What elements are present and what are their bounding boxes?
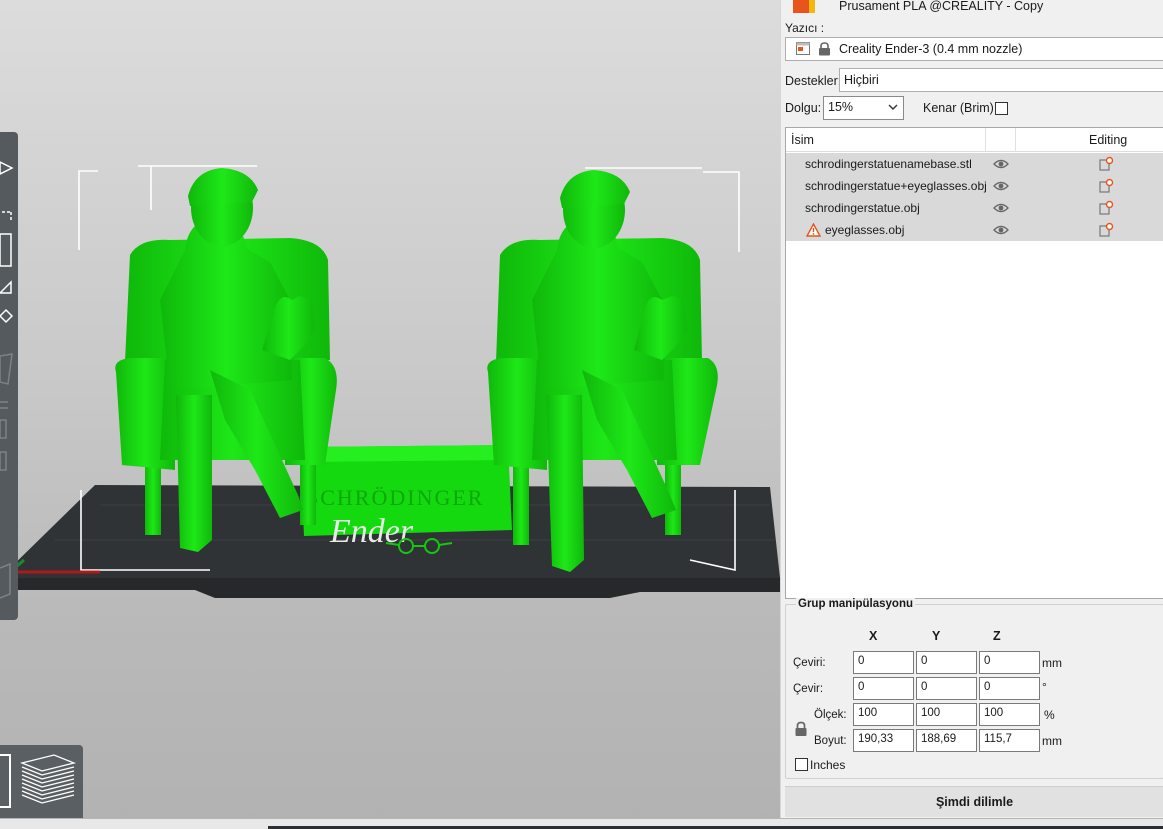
layflat-tool-icon[interactable] bbox=[0, 400, 14, 416]
translate-y-field[interactable]: 0 bbox=[916, 651, 977, 674]
layer-view-icon[interactable] bbox=[16, 751, 78, 811]
printer-name: Creality Ender-3 (0.4 mm nozzle) bbox=[839, 42, 1023, 56]
translate-unit: mm bbox=[1042, 656, 1062, 670]
material-color-swatch bbox=[793, 0, 815, 13]
infill-label: Dolgu: bbox=[785, 101, 822, 115]
table-row[interactable]: eyeglasses.obj bbox=[786, 219, 1163, 241]
infill-dropdown[interactable]: 15% bbox=[823, 96, 904, 120]
object-name: schrodingerstatue.obj bbox=[805, 201, 920, 215]
size-z-field[interactable]: 115,7 bbox=[979, 729, 1040, 752]
scale-tool-icon[interactable] bbox=[0, 210, 14, 226]
size-y-field[interactable]: 188,69 bbox=[916, 729, 977, 752]
edit-settings-icon[interactable] bbox=[1099, 222, 1114, 237]
brim-checkbox[interactable] bbox=[995, 102, 1008, 115]
size-unit: mm bbox=[1042, 734, 1062, 748]
edit-settings-icon[interactable] bbox=[1099, 156, 1114, 171]
object-rows: schrodingerstatuenamebase.stl schrodinge… bbox=[786, 153, 1163, 241]
eye-icon[interactable] bbox=[993, 224, 1009, 236]
chevron-down-icon bbox=[888, 104, 898, 110]
eye-icon[interactable] bbox=[993, 202, 1009, 214]
group-manipulation-panel: Grup manipülasyonu X Y Z Çeviri: 0 0 0 m… bbox=[785, 598, 1163, 779]
column-header-editing[interactable]: Editing bbox=[1089, 133, 1127, 147]
slice-now-button[interactable]: Şimdi dilimle bbox=[785, 786, 1163, 817]
size-label: Boyut: bbox=[814, 735, 847, 747]
3d-viewport[interactable]: SCHRÖDINGER Ender bbox=[0, 0, 780, 829]
edit-settings-icon[interactable] bbox=[1099, 178, 1114, 193]
camera-view-icon[interactable] bbox=[0, 562, 14, 602]
table-header: İsim Editing bbox=[786, 128, 1163, 152]
infill-value: 15% bbox=[828, 100, 854, 114]
solid-view-icon[interactable] bbox=[0, 751, 12, 811]
mirror-tool-icon[interactable] bbox=[0, 280, 14, 296]
inches-label: Inches bbox=[810, 758, 846, 772]
axis-header-y: Y bbox=[932, 629, 941, 643]
table-row[interactable]: schrodingerstatue+eyeglasses.obj bbox=[786, 175, 1163, 197]
supports-value: Hiçbiri bbox=[844, 73, 879, 87]
settings-sidebar: Prusament PLA @CREALITY - Copy Yazıcı : … bbox=[780, 0, 1163, 829]
axis-header-z: Z bbox=[993, 629, 1001, 643]
translate-z-field[interactable]: 0 bbox=[979, 651, 1040, 674]
column-divider bbox=[1015, 128, 1016, 152]
printer-label: Yazıcı : bbox=[785, 21, 825, 35]
warning-icon bbox=[806, 223, 821, 237]
lock-icon[interactable] bbox=[794, 721, 808, 737]
inches-checkbox[interactable] bbox=[795, 758, 808, 771]
merge-tool-icon[interactable] bbox=[0, 450, 14, 474]
panel-title: Grup manipülasyonu bbox=[796, 598, 916, 610]
base-engraved-text: SCHRÖDINGER bbox=[306, 485, 484, 510]
scale-z-field[interactable]: 100 bbox=[979, 703, 1040, 726]
eye-icon[interactable] bbox=[993, 180, 1009, 192]
scale-x-field[interactable]: 100 bbox=[853, 703, 914, 726]
edit-settings-icon[interactable] bbox=[1099, 200, 1114, 215]
printer-profile-icon bbox=[796, 42, 810, 55]
object-name: eyeglasses.obj bbox=[825, 223, 905, 237]
support-tool-icon[interactable] bbox=[0, 308, 14, 324]
scale-y-field[interactable]: 100 bbox=[916, 703, 977, 726]
rotate-tool-icon[interactable] bbox=[0, 232, 14, 268]
material-name: Prusament PLA @CREALITY - Copy bbox=[839, 0, 1044, 13]
lock-icon bbox=[819, 42, 830, 56]
view-mode-switcher bbox=[0, 745, 83, 818]
arrange-tool-icon[interactable] bbox=[0, 418, 14, 442]
translate-x-field[interactable]: 0 bbox=[853, 651, 914, 674]
eye-icon[interactable] bbox=[993, 158, 1009, 170]
rotate-z-field[interactable]: 0 bbox=[979, 677, 1040, 700]
move-tool-icon[interactable] bbox=[0, 160, 14, 176]
material-row[interactable]: Prusament PLA @CREALITY - Copy bbox=[789, 0, 1163, 14]
scale-label: Ölçek: bbox=[814, 709, 847, 721]
brim-label: Kenar (Brim): bbox=[923, 101, 998, 115]
translate-label: Çeviri: bbox=[793, 657, 826, 669]
rotate-label: Çevir: bbox=[793, 683, 824, 695]
bed-logo-text: Ender bbox=[329, 513, 414, 550]
rotate-y-field[interactable]: 0 bbox=[916, 677, 977, 700]
tool-sidebar bbox=[0, 132, 18, 620]
column-header-name[interactable]: İsim bbox=[791, 133, 814, 147]
axis-header-x: X bbox=[869, 629, 878, 643]
supports-label: Destekler: bbox=[785, 74, 842, 88]
printer-selector[interactable]: Creality Ender-3 (0.4 mm nozzle) bbox=[785, 37, 1163, 61]
scale-unit: % bbox=[1044, 708, 1055, 722]
object-name: schrodingerstatue+eyeglasses.obj bbox=[805, 179, 987, 193]
rotate-x-field[interactable]: 0 bbox=[853, 677, 914, 700]
object-list-table: İsim Editing schrodingerstatuenamebase.s… bbox=[785, 127, 1163, 599]
per-model-settings-icon[interactable] bbox=[0, 352, 14, 386]
object-name: schrodingerstatuenamebase.stl bbox=[805, 157, 972, 171]
supports-dropdown[interactable]: Hiçbiri bbox=[839, 68, 1163, 92]
rotate-unit: ° bbox=[1042, 680, 1047, 694]
table-row[interactable]: schrodingerstatue.obj bbox=[786, 197, 1163, 219]
size-x-field[interactable]: 190,33 bbox=[853, 729, 914, 752]
column-divider bbox=[985, 128, 986, 152]
table-row[interactable]: schrodingerstatuenamebase.stl bbox=[786, 153, 1163, 175]
scene-render[interactable]: SCHRÖDINGER Ender bbox=[0, 0, 780, 829]
